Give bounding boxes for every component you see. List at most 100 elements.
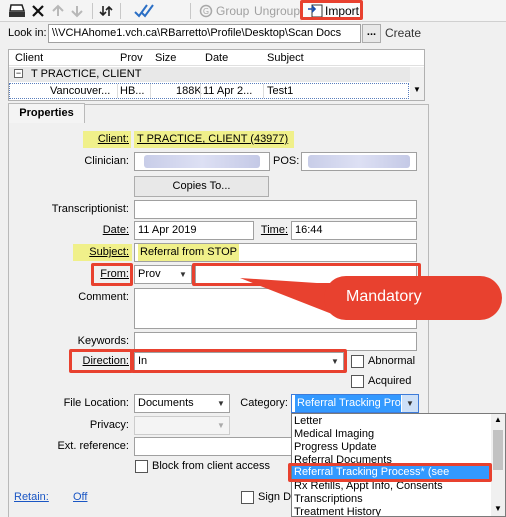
toolbar: G Group Ungroup Import	[0, 0, 506, 22]
scroll-down-icon[interactable]: ▼	[413, 85, 421, 94]
copies-to-button[interactable]: Copies To...	[134, 176, 269, 197]
file-location-dropdown[interactable]: Documents ▼	[134, 394, 230, 413]
privacy-label: Privacy:	[89, 419, 129, 431]
lookin-path-field[interactable]: \\VCHAhome1.vch.ca\RBarretto\Profile\Des…	[48, 24, 361, 43]
clinician-label: Clinician:	[84, 155, 129, 167]
scroll-up-icon[interactable]: ▲	[494, 415, 502, 424]
table-row[interactable]: Vancouver... HB... 188K 11 Apr 2... Test…	[9, 83, 409, 99]
check-all-icon[interactable]	[134, 3, 154, 19]
col-header-size[interactable]: Size	[155, 52, 176, 64]
browse-button[interactable]: ...	[362, 24, 381, 43]
chevron-down-icon[interactable]: ▼	[327, 353, 343, 370]
client-label: Client:	[97, 133, 129, 145]
category-option[interactable]: Medical Imaging	[294, 428, 374, 440]
lookin-label: Look in:	[8, 27, 47, 39]
retain-label[interactable]: Retain:	[14, 488, 49, 507]
category-option[interactable]: Progress Update	[294, 441, 377, 453]
move-up-icon[interactable]	[51, 4, 65, 18]
ext-reference-field[interactable]	[134, 437, 294, 456]
delete-icon[interactable]	[31, 4, 45, 18]
col-divider	[263, 84, 264, 98]
import-button[interactable]: Import	[302, 1, 362, 21]
group-row-label: T PRACTICE, CLIENT	[31, 68, 142, 80]
category-option[interactable]: Treatment History	[294, 506, 381, 516]
list-scrollbar[interactable]: ▼	[410, 67, 424, 100]
category-dropdown[interactable]: Referral Tracking Proc ▼	[291, 394, 419, 413]
abnormal-checkbox[interactable]	[351, 355, 364, 368]
direction-dropdown[interactable]: In ▼	[134, 352, 344, 371]
category-option-selected[interactable]: Referral Tracking Process* (see helpfile…	[292, 466, 490, 490]
scrollbar-thumb[interactable]	[493, 430, 503, 470]
subject-field[interactable]: Referral from STOP	[134, 243, 417, 262]
abnormal-label: Abnormal	[368, 355, 416, 367]
chevron-down-icon[interactable]: ▼	[213, 395, 229, 412]
keywords-label: Keywords:	[77, 335, 129, 347]
move-down-icon[interactable]	[70, 4, 84, 18]
collapse-icon[interactable]: −	[14, 69, 23, 78]
pos-redacted	[308, 155, 410, 168]
col-header-client[interactable]: Client	[15, 52, 43, 64]
privacy-dropdown[interactable]: ▼	[134, 416, 230, 435]
import-icon	[308, 4, 323, 18]
col-header-prov[interactable]: Prov	[120, 52, 143, 64]
category-option[interactable]: Letter	[294, 415, 322, 427]
time-label: Time:	[260, 224, 288, 236]
category-option[interactable]: Referral Documents	[294, 454, 392, 466]
category-label: Category:	[240, 397, 288, 409]
row-date: 11 Apr 2...	[203, 85, 253, 97]
col-header-date[interactable]: Date	[205, 52, 228, 64]
row-client: Vancouver...	[50, 85, 111, 97]
row-subject: Test1	[267, 85, 294, 97]
scroll-down-icon[interactable]: ▼	[494, 504, 502, 513]
pos-label: POS:	[273, 155, 300, 167]
ungroup-button[interactable]: Ungroup	[254, 4, 300, 18]
block-client-access-label: Block from client access	[152, 460, 270, 472]
date-field[interactable]: 11 Apr 2019	[134, 221, 254, 240]
file-list: Client Prov Size Date Subject − T PRACTI…	[8, 49, 425, 101]
group-row[interactable]: − T PRACTICE, CLIENT	[9, 67, 424, 82]
category-value: Referral Tracking Proc	[295, 395, 401, 412]
toolbar-divider	[120, 3, 121, 19]
row-size: 188K	[176, 85, 202, 97]
col-header-subject[interactable]: Subject	[267, 52, 304, 64]
client-link[interactable]: T PRACTICE, CLIENT (43977)	[137, 133, 288, 145]
category-option[interactable]: Rx Refills, Appt Info, Consents	[294, 480, 443, 492]
keywords-field[interactable]	[134, 332, 417, 351]
subject-value: Referral from STOP	[138, 244, 239, 261]
from-dropdown[interactable]: Prov ▼	[134, 265, 192, 284]
scan-icon[interactable]	[8, 3, 26, 19]
create-button[interactable]: Create	[385, 24, 421, 43]
chevron-down-icon[interactable]: ▼	[175, 266, 191, 283]
col-divider	[117, 84, 118, 98]
category-dropdown-list: Letter Medical Imaging Progress Update R…	[291, 413, 506, 517]
from-label: From:	[100, 268, 129, 280]
direction-label: Direction:	[82, 355, 129, 367]
transcriptionist-label: Transcriptionist:	[51, 203, 129, 215]
category-list-scrollbar[interactable]: ▲ ▼	[491, 414, 505, 516]
ext-reference-label: Ext. reference:	[57, 440, 129, 452]
direction-value: In	[138, 355, 148, 367]
acquired-checkbox[interactable]	[351, 375, 364, 388]
group-button[interactable]: Group	[216, 4, 249, 18]
transcriptionist-field[interactable]	[134, 200, 417, 219]
toolbar-divider	[92, 3, 93, 19]
toolbar-divider	[190, 3, 191, 19]
retain-value-link[interactable]: Off	[73, 488, 87, 507]
time-field[interactable]: 16:44	[291, 221, 417, 240]
chevron-down-icon[interactable]: ▼	[213, 417, 229, 434]
refresh-icon[interactable]	[99, 3, 113, 19]
category-option[interactable]: Transcriptions	[294, 493, 363, 505]
from-value: Prov	[138, 268, 161, 280]
col-divider	[200, 84, 201, 98]
file-location-value: Documents	[138, 397, 194, 409]
block-client-access-checkbox[interactable]	[135, 460, 148, 473]
svg-text:G: G	[203, 7, 209, 16]
date-label: Date:	[102, 224, 129, 236]
chevron-down-icon[interactable]: ▼	[402, 395, 418, 412]
clinician-redacted	[144, 155, 260, 168]
row-prov: HB...	[120, 85, 145, 97]
acquired-label: Acquired	[368, 375, 412, 387]
tab-properties[interactable]: Properties	[8, 103, 85, 123]
sign-checkbox[interactable]	[241, 491, 254, 504]
file-location-label: File Location:	[63, 397, 129, 409]
